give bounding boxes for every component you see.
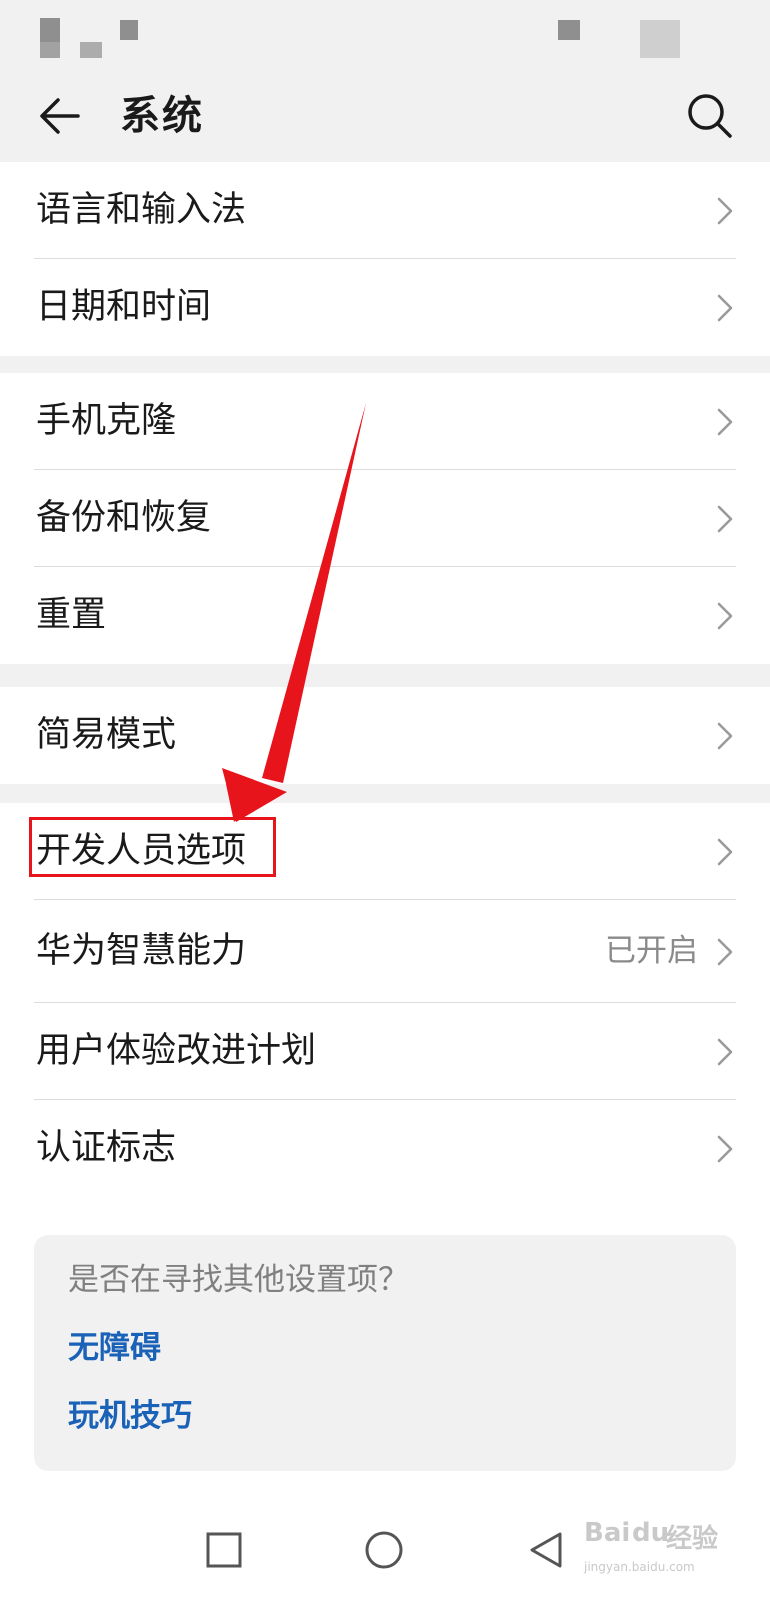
home-icon[interactable] — [360, 1526, 408, 1574]
watermark-domain: jingyan.baidu.com — [584, 1560, 695, 1574]
baidu-watermark: Bai du 经验 jingyan.baidu.com — [584, 1510, 724, 1580]
back-triangle-icon[interactable] — [522, 1526, 570, 1574]
watermark-suffix: 经验 — [666, 1524, 719, 1554]
watermark-paw: du — [632, 1518, 670, 1548]
watermark-brand: Bai — [584, 1518, 631, 1548]
annotation-arrow — [222, 403, 366, 822]
system-nav-bar: Bai du 经验 jingyan.baidu.com — [0, 1500, 770, 1600]
recent-apps-icon[interactable] — [200, 1526, 248, 1574]
